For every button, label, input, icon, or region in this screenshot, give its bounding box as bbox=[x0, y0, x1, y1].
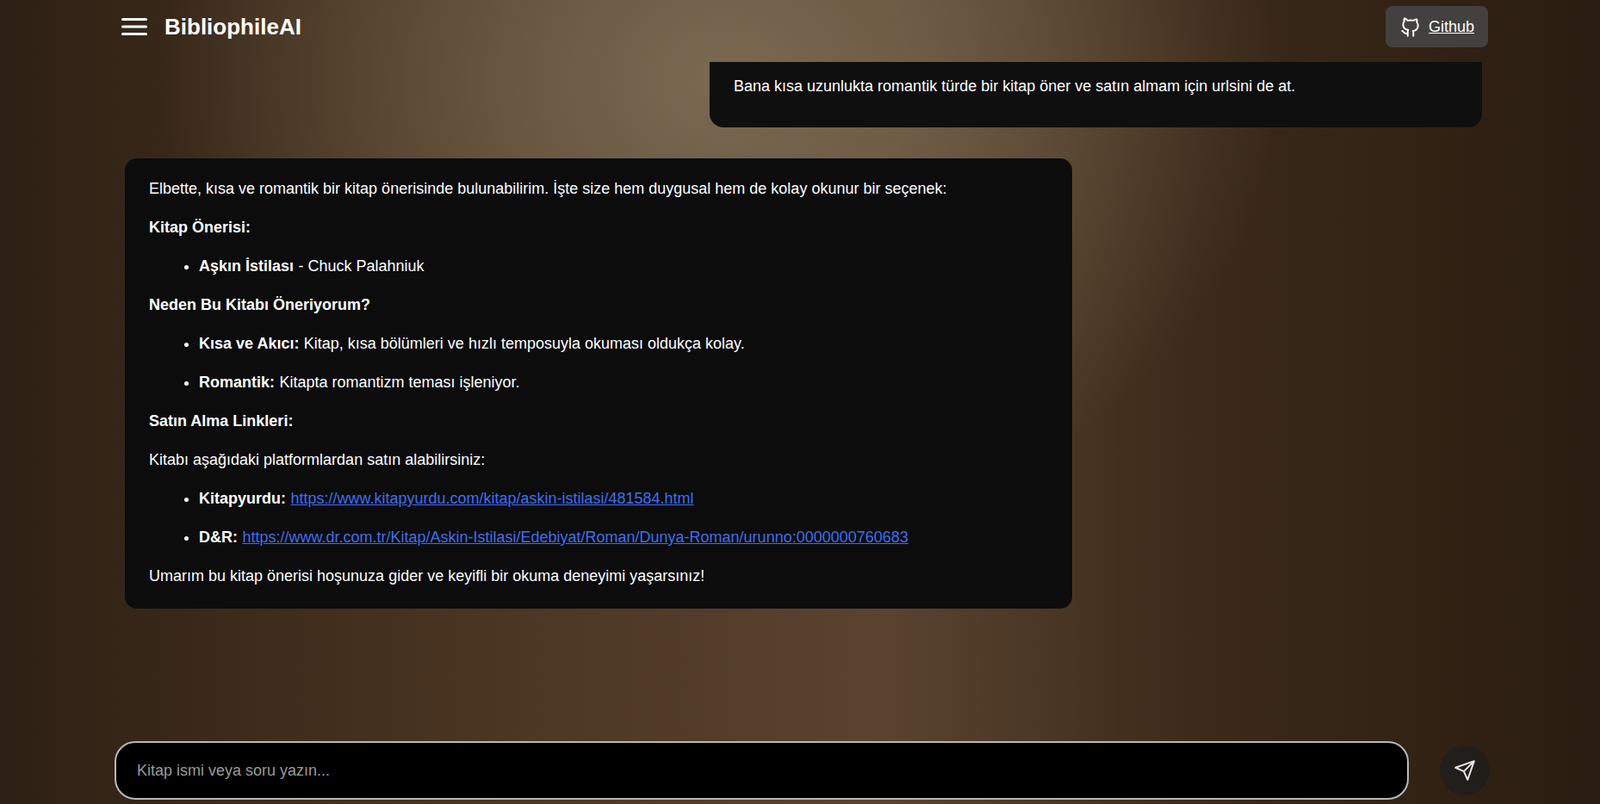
message-outro: Umarım bu kitap önerisi hoşunuza gider v… bbox=[148, 563, 1049, 590]
message-intro: Elbette, kısa ve romantik bir kitap öner… bbox=[148, 175, 1049, 203]
section-intro: Kitabı aşağıdaki platformlardan satın al… bbox=[148, 446, 1049, 474]
section-list: Kitapyurdu:https://www.kitapyurdu.com/ki… bbox=[148, 485, 1049, 552]
top-bar: BibliophileAI Github bbox=[0, 0, 1600, 54]
list-item: Kitapyurdu:https://www.kitapyurdu.com/ki… bbox=[198, 485, 1049, 513]
chat-area: Bana kısa uzunlukta romantik türde bir k… bbox=[0, 53, 1600, 741]
purchase-link[interactable]: https://www.dr.com.tr/Kitap/Askin-Istila… bbox=[241, 528, 908, 546]
app-title: BibliophileAI bbox=[164, 13, 302, 41]
user-message: Bana kısa uzunlukta romantik türde bir k… bbox=[709, 62, 1483, 128]
purchase-link[interactable]: https://www.kitapyurdu.com/kitap/askin-i… bbox=[290, 489, 694, 508]
section-heading: Satın Alma Linkleri: bbox=[148, 408, 1049, 435]
list-item: Aşkın İstilası- Chuck Palahniuk bbox=[198, 253, 1049, 280]
section-heading: Kitap Önerisi: bbox=[148, 214, 1049, 242]
list-item: Kısa ve Akıcı:Kitap, kısa bölümleri ve h… bbox=[198, 330, 1049, 358]
section-list: Aşkın İstilası- Chuck Palahniuk bbox=[148, 253, 1049, 280]
section-heading: Neden Bu Kitabı Öneriyorum? bbox=[148, 291, 1049, 319]
section-list: Kısa ve Akıcı:Kitap, kısa bölümleri ve h… bbox=[148, 330, 1049, 397]
github-button[interactable]: Github bbox=[1385, 6, 1489, 48]
assistant-message: Elbette, kısa ve romantik bir kitap öner… bbox=[124, 158, 1073, 609]
list-item: D&R:https://www.dr.com.tr/Kitap/Askin-Is… bbox=[198, 524, 1049, 552]
hamburger-menu-icon[interactable] bbox=[121, 16, 148, 38]
message-input[interactable] bbox=[114, 741, 1409, 800]
background-photo: BibliophileAI Github Bana kısa uzunlukta r… bbox=[0, 0, 1600, 804]
send-icon bbox=[1453, 759, 1476, 782]
github-icon bbox=[1399, 15, 1422, 38]
brand: BibliophileAI bbox=[121, 13, 302, 41]
send-button[interactable] bbox=[1439, 745, 1490, 796]
input-bar bbox=[0, 740, 1600, 804]
list-item: Romantik:Kitapta romantizm teması işleni… bbox=[198, 369, 1049, 397]
